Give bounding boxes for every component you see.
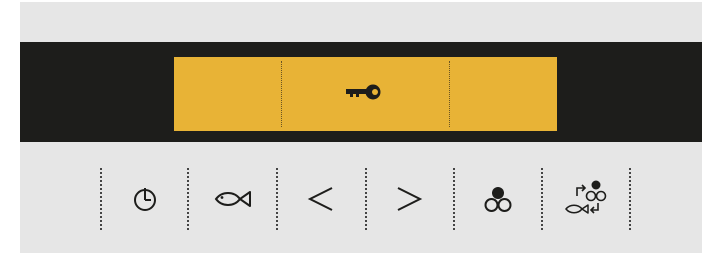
chevron-left-icon bbox=[306, 184, 336, 214]
button-separator bbox=[100, 168, 102, 230]
timer-button[interactable] bbox=[115, 172, 175, 226]
display-divider-right bbox=[449, 61, 450, 127]
button-separator bbox=[276, 168, 278, 230]
three-circles-icon bbox=[483, 185, 513, 213]
button-separator bbox=[541, 168, 543, 230]
control-row bbox=[20, 162, 702, 237]
fish-cycle-icon bbox=[564, 179, 608, 219]
status-display bbox=[174, 57, 557, 131]
button-separator bbox=[365, 168, 367, 230]
button-separator bbox=[453, 168, 455, 230]
circles-button[interactable] bbox=[468, 172, 528, 226]
key-icon bbox=[344, 83, 384, 103]
chevron-right-icon bbox=[394, 184, 424, 214]
appliance-panel bbox=[20, 2, 702, 253]
display-band bbox=[20, 42, 702, 142]
button-separator bbox=[629, 168, 631, 230]
button-separator bbox=[187, 168, 189, 230]
right-button[interactable] bbox=[379, 172, 439, 226]
display-divider-left bbox=[281, 61, 282, 127]
timer-icon bbox=[131, 185, 159, 213]
fish-icon bbox=[213, 188, 253, 210]
fish-cycle-button[interactable] bbox=[555, 172, 617, 226]
fish-button[interactable] bbox=[202, 172, 264, 226]
left-button[interactable] bbox=[291, 172, 351, 226]
